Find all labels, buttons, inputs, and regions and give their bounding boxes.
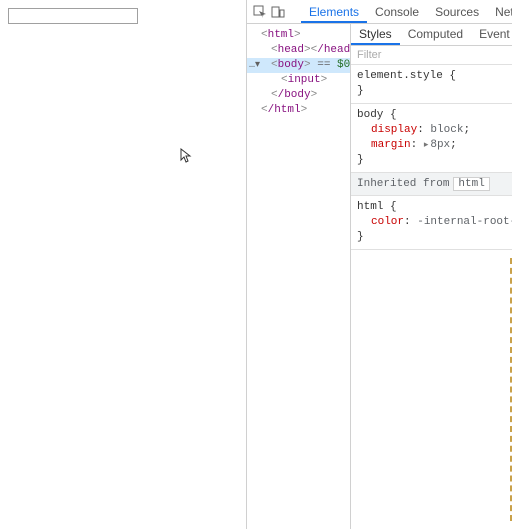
page-input[interactable] xyxy=(8,8,138,24)
inherited-tag[interactable]: html xyxy=(453,177,489,191)
styles-subtabs: Styles Computed Event Listener xyxy=(351,24,512,46)
rendered-page xyxy=(0,0,246,529)
inspect-icon[interactable] xyxy=(253,3,267,21)
subtab-styles[interactable]: Styles xyxy=(351,24,400,45)
styles-pane: Styles Computed Event Listener Filter el… xyxy=(351,24,512,529)
devtools-toolbar: Elements Console Sources Network xyxy=(247,0,512,24)
device-toggle-icon[interactable] xyxy=(271,3,285,21)
tab-elements[interactable]: Elements xyxy=(301,1,367,23)
devtools-panes: <html> <head></head> <body> == $0 <input… xyxy=(247,24,512,529)
dom-node-head[interactable]: <head></head> xyxy=(247,43,350,58)
subtab-computed[interactable]: Computed xyxy=(400,24,471,45)
devtools-panel: Elements Console Sources Network <html> … xyxy=(246,0,512,529)
subtab-event-listeners[interactable]: Event Listener xyxy=(471,24,512,45)
tab-sources[interactable]: Sources xyxy=(427,1,487,23)
dom-node-input[interactable]: <input> xyxy=(247,73,350,88)
tab-console[interactable]: Console xyxy=(367,1,427,23)
elements-dom-tree[interactable]: <html> <head></head> <body> == $0 <input… xyxy=(247,24,351,529)
dom-node-html[interactable]: <html> xyxy=(247,28,350,43)
rule-element-style[interactable]: element.style {} xyxy=(351,65,512,104)
dom-node-body-close[interactable]: </body> xyxy=(247,88,350,103)
inherited-label: Inherited from xyxy=(357,178,449,190)
styles-filter[interactable]: Filter xyxy=(351,46,512,65)
rule-html[interactable]: html { color: -internal-root-color; } xyxy=(351,196,512,250)
tab-network[interactable]: Network xyxy=(487,1,512,23)
rule-body[interactable]: body { display: block; margin: ▸8px; } xyxy=(351,104,512,173)
inherited-from-bar: Inherited from html xyxy=(351,173,512,196)
mouse-cursor-icon xyxy=(180,148,192,164)
dom-node-html-close[interactable]: </html> xyxy=(247,103,350,118)
box-model-area xyxy=(351,250,512,529)
dom-node-body-selected[interactable]: <body> == $0 xyxy=(247,58,350,73)
